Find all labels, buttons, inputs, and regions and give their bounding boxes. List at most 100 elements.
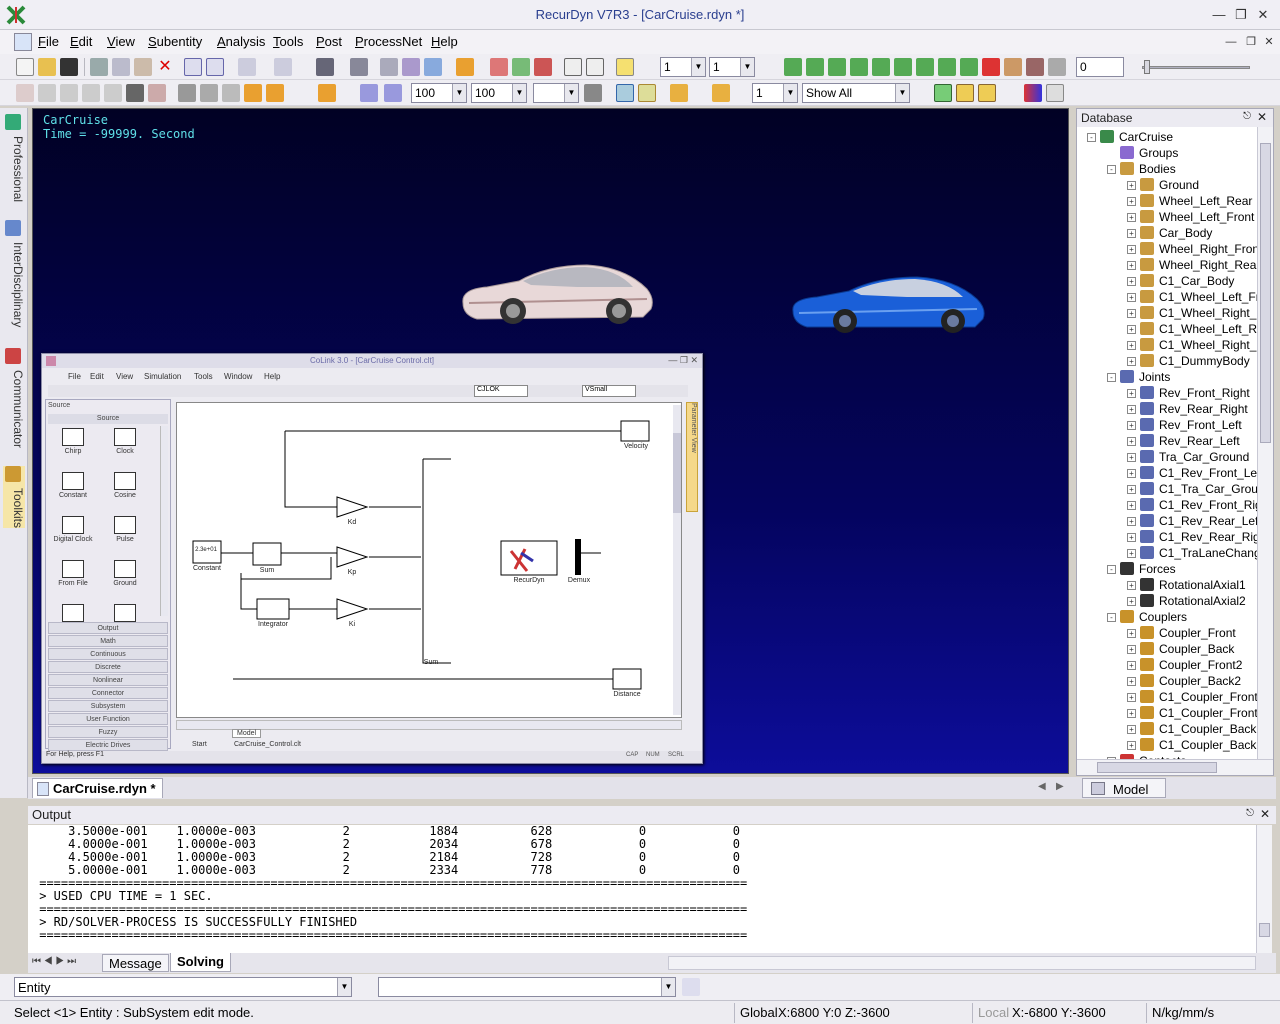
block-distance-label[interactable]: Distance	[605, 691, 649, 698]
cut-icon[interactable]	[90, 58, 108, 76]
c1-car-body-blue[interactable]	[789, 269, 989, 341]
expand-icon[interactable]: +	[1127, 629, 1136, 638]
output-tab-solving[interactable]: Solving	[170, 953, 231, 972]
menu-file[interactable]: File	[38, 34, 59, 49]
delete-icon[interactable]: ✕	[156, 58, 174, 76]
menu-analysis[interactable]: Analysis	[217, 34, 265, 49]
tree-couplers[interactable]: - Couplers	[1107, 609, 1267, 625]
palette-clock[interactable]: Clock	[98, 428, 152, 455]
palette-item-10[interactable]	[98, 604, 152, 624]
marker-icon[interactable]	[384, 84, 402, 102]
collapse-icon[interactable]: -	[1107, 373, 1116, 382]
frame-list-icon[interactable]	[1048, 58, 1066, 76]
expand-icon[interactable]: +	[1127, 421, 1136, 430]
view-cube-icon[interactable]	[318, 84, 336, 102]
palette-cat-user-function[interactable]: User Function	[48, 713, 168, 725]
expand-icon[interactable]: +	[1127, 677, 1136, 686]
palette-pulse[interactable]: Pulse	[98, 516, 152, 543]
expand-icon[interactable]: +	[1127, 229, 1136, 238]
palette-cat-discrete[interactable]: Discrete	[48, 661, 168, 673]
menu-edit[interactable]: Edit	[70, 34, 92, 49]
palette-digital-clock[interactable]: Digital Clock	[46, 516, 100, 543]
colink-combo-1[interactable]: CJLOK	[474, 385, 528, 397]
expand-icon[interactable]: +	[1127, 341, 1136, 350]
tree-body[interactable]: + Ground	[1127, 177, 1267, 193]
doc-close-icon[interactable]: ✕	[1260, 33, 1278, 51]
select-icon[interactable]	[380, 58, 398, 76]
snap-grid-icon[interactable]	[638, 84, 656, 102]
tree-body[interactable]: + C1_DummyBody	[1127, 353, 1267, 369]
scope-icon[interactable]	[586, 58, 604, 76]
colink-menu-edit[interactable]: Edit	[90, 372, 104, 381]
pan-icon[interactable]	[16, 84, 34, 102]
new-file-icon[interactable]	[16, 58, 34, 76]
tree-joints[interactable]: - Joints	[1107, 369, 1267, 385]
tree-coupler[interactable]: + Coupler_Front	[1127, 625, 1267, 641]
database-hscroll[interactable]	[1077, 759, 1273, 775]
colink-doc-tab-start[interactable]: Start	[192, 741, 207, 748]
palette-from-file[interactable]: From File	[46, 560, 100, 587]
colink-combo-2[interactable]: VSmall	[582, 385, 636, 397]
tree-joint[interactable]: + C1_Rev_Rear_Left	[1127, 513, 1267, 529]
palette-scrollbar[interactable]	[160, 426, 168, 616]
tree-joint[interactable]: + C1_Rev_Front_Right	[1127, 497, 1267, 513]
transparent-icon[interactable]	[266, 84, 284, 102]
step-combo-1[interactable]: 1 ▼	[660, 57, 706, 77]
tree-coupler[interactable]: + C1_Coupler_Back2	[1127, 737, 1267, 753]
redo-icon[interactable]	[274, 58, 292, 76]
toggle-visibility-icon[interactable]	[978, 84, 996, 102]
tree-body[interactable]: + C1_Wheel_Left_Front	[1127, 289, 1267, 305]
tree-body[interactable]: + Wheel_Right_Front	[1127, 241, 1267, 257]
colink-menu-window[interactable]: Window	[224, 372, 252, 381]
prev-frame-icon[interactable]	[916, 58, 934, 76]
block-diagram-canvas[interactable]: 2.3e+01 Velocity Kd Kp Ki Constant Sum I…	[176, 402, 682, 718]
tree-groups[interactable]: Groups	[1107, 145, 1267, 161]
expand-icon[interactable]: +	[1127, 501, 1136, 510]
expand-icon[interactable]: +	[1127, 453, 1136, 462]
fit-icon[interactable]	[104, 84, 122, 102]
force-icon[interactable]	[512, 58, 530, 76]
animation-slider[interactable]	[1142, 66, 1250, 69]
palette-cat-connector[interactable]: Connector	[48, 687, 168, 699]
expand-icon[interactable]: +	[1127, 293, 1136, 302]
tab-nav-icons[interactable]: ⏮ ◀ ▶ ⏭	[32, 956, 76, 967]
colink-doc-tab-carcruise[interactable]: CarCruise_Control.clt	[234, 741, 301, 748]
help-icon[interactable]	[616, 58, 634, 76]
tree-body[interactable]: + Car_Body	[1127, 225, 1267, 241]
expand-icon[interactable]: +	[1127, 261, 1136, 270]
grid-icon[interactable]	[616, 84, 634, 102]
expand-icon[interactable]: +	[1127, 725, 1136, 734]
stop-icon[interactable]	[960, 58, 978, 76]
tree-coupler[interactable]: + Coupler_Back	[1127, 641, 1267, 657]
step-back-icon[interactable]	[806, 58, 824, 76]
car-body-white[interactable]	[457, 259, 657, 331]
palette-item-9[interactable]	[46, 604, 100, 624]
palette-chirp[interactable]: Chirp	[46, 428, 100, 455]
expand-icon[interactable]: +	[1127, 245, 1136, 254]
palette-cat-fuzzy[interactable]: Fuzzy	[48, 726, 168, 738]
wireframe-icon[interactable]	[200, 84, 218, 102]
expand-icon[interactable]: +	[1127, 309, 1136, 318]
tree-force[interactable]: + RotationalAxial1	[1127, 577, 1267, 593]
expand-icon[interactable]: +	[1127, 581, 1136, 590]
tree-body[interactable]: + C1_Wheel_Right_Front	[1127, 305, 1267, 321]
expand-icon[interactable]: +	[1127, 485, 1136, 494]
block-recurdyn-label[interactable]: RecurDyn	[503, 577, 555, 584]
expand-icon[interactable]: +	[1127, 661, 1136, 670]
shade-icon[interactable]	[178, 84, 196, 102]
tree-forces[interactable]: - Forces	[1107, 561, 1267, 577]
tab-professional[interactable]: Professional	[3, 114, 25, 202]
color-icon[interactable]	[1024, 84, 1042, 102]
tab-toolkits[interactable]: Toolkits	[3, 466, 25, 529]
tree-root[interactable]: - CarCruise	[1087, 129, 1267, 145]
body-icon[interactable]	[456, 58, 474, 76]
copy-icon[interactable]	[112, 58, 130, 76]
zoom-combo-1[interactable]: 100 ▼	[411, 83, 467, 103]
assembly-icon[interactable]	[206, 58, 224, 76]
collapse-icon[interactable]: -	[1107, 165, 1116, 174]
subsystem-icon[interactable]	[184, 58, 202, 76]
block-integrator-label[interactable]: Integrator	[251, 621, 295, 628]
colink-window-controls-icon[interactable]: — ❐ ✕	[668, 355, 698, 366]
palette-cat-nonlinear[interactable]: Nonlinear	[48, 674, 168, 686]
expand-icon[interactable]: +	[1127, 277, 1136, 286]
